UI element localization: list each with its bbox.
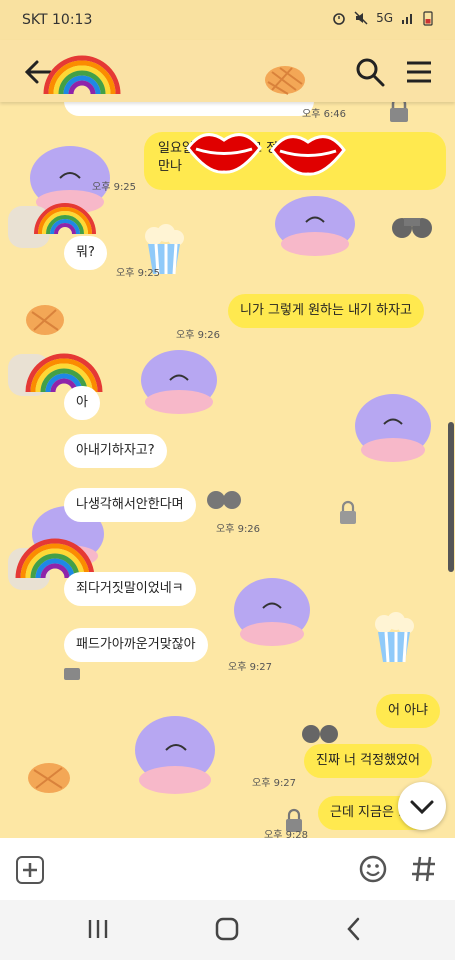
- binoculars-icon: [392, 218, 432, 238]
- message-time: 오후 9:26: [176, 330, 221, 341]
- message-time: 오후 9:25: [92, 182, 137, 193]
- message-time: 오후 6:46: [302, 109, 347, 120]
- back-nav-icon[interactable]: [344, 916, 364, 942]
- message-input-bar: [0, 838, 455, 900]
- alarm-icon: [333, 13, 345, 25]
- message-bubble-out: 니가 그렇게 원하는 내기 하자고: [228, 294, 425, 328]
- message-time: 오후 9:26: [216, 524, 261, 535]
- hippo-sticker-icon: [355, 394, 431, 462]
- rainbow-sticker: [43, 55, 121, 95]
- battery-icon: [423, 11, 433, 26]
- carrier-label: SKT: [22, 12, 48, 28]
- binoculars-icon: [207, 491, 241, 509]
- message-time: 오후 9:28: [264, 830, 309, 838]
- network-type: 5G: [376, 11, 393, 25]
- lock-icon: [390, 102, 408, 122]
- signal-icon: [402, 14, 412, 24]
- recent-apps-icon[interactable]: [86, 918, 110, 940]
- chat-area[interactable]: 오후 6:46 일요일에 엄마 학교 정문 앞에서 만나 오후 9:25 뭐? …: [0, 102, 455, 838]
- scroll-down-button[interactable]: [398, 782, 446, 830]
- chevron-down-icon: [410, 800, 434, 815]
- plus-icon[interactable]: [16, 856, 44, 884]
- message-text: 뭐?: [76, 245, 95, 260]
- message-bubble-in: 뭐?: [64, 236, 107, 270]
- emoji-icon[interactable]: [358, 854, 388, 884]
- mute-icon: [354, 11, 368, 25]
- search-icon[interactable]: [354, 56, 386, 88]
- message-time: 오후 9:25: [116, 268, 161, 279]
- message-bubble-in: 아내기하자고?: [64, 434, 167, 468]
- melon-bread-deco: [28, 763, 70, 793]
- status-icons: 5G: [332, 10, 433, 26]
- lips-sticker: [186, 133, 262, 174]
- binoculars-icon: [302, 725, 338, 743]
- message-text: 아내기하자고?: [76, 443, 155, 458]
- menu-icon[interactable]: [404, 58, 434, 86]
- message-bubble-in: 아: [64, 386, 100, 420]
- message-bubble-out: 진짜 너 걱정했었어: [304, 744, 432, 778]
- message-text: 나생각해서안한다며: [76, 497, 184, 512]
- rainbow-sticker: [34, 203, 96, 235]
- clock: 10:13: [52, 12, 93, 28]
- chat-header: [0, 40, 455, 102]
- message-time: 오후 9:27: [252, 778, 297, 789]
- hippo-sticker-icon: [234, 578, 310, 646]
- melon-bread-deco: [26, 305, 64, 335]
- rainbow-sticker: [25, 353, 103, 393]
- message-time: 오후 9:27: [228, 662, 273, 673]
- status-carrier-time: SKT 10:13: [22, 12, 92, 28]
- message-bubble-out: 어 아냐: [376, 694, 441, 728]
- popcorn-icon: [375, 612, 414, 663]
- status-bar: SKT 10:13 5G: [0, 0, 455, 40]
- message-text: 죄다거짓말이었네ㅋ: [76, 581, 184, 596]
- system-nav-bar: [0, 900, 455, 960]
- message-text: 어 아냐: [388, 703, 429, 718]
- hashtag-icon[interactable]: [410, 854, 438, 884]
- message-bubble-in: [64, 102, 314, 116]
- message-bubble-in: 패드가아까운거맞잖아: [64, 628, 208, 662]
- scrollbar[interactable]: [448, 422, 454, 572]
- home-icon[interactable]: [214, 916, 240, 942]
- message-bubble-in: 나생각해서안한다며: [64, 488, 196, 522]
- lips-sticker: [270, 135, 346, 176]
- hippo-sticker-icon: [135, 716, 215, 794]
- message-text: 아: [76, 395, 88, 410]
- lock-icon: [340, 500, 356, 524]
- hippo-sticker-icon: [141, 350, 217, 414]
- message-text: 패드가아까운거맞잖아: [76, 637, 196, 652]
- melon-bread-deco: [265, 66, 305, 95]
- message-bubble-in: 죄다거짓말이었네ㅋ: [64, 572, 196, 606]
- message-text: 진짜 너 걱정했었어: [316, 753, 420, 768]
- hippo-sticker-icon: [275, 196, 355, 256]
- message-text: 니가 그렇게 원하는 내기 하자고: [240, 303, 413, 318]
